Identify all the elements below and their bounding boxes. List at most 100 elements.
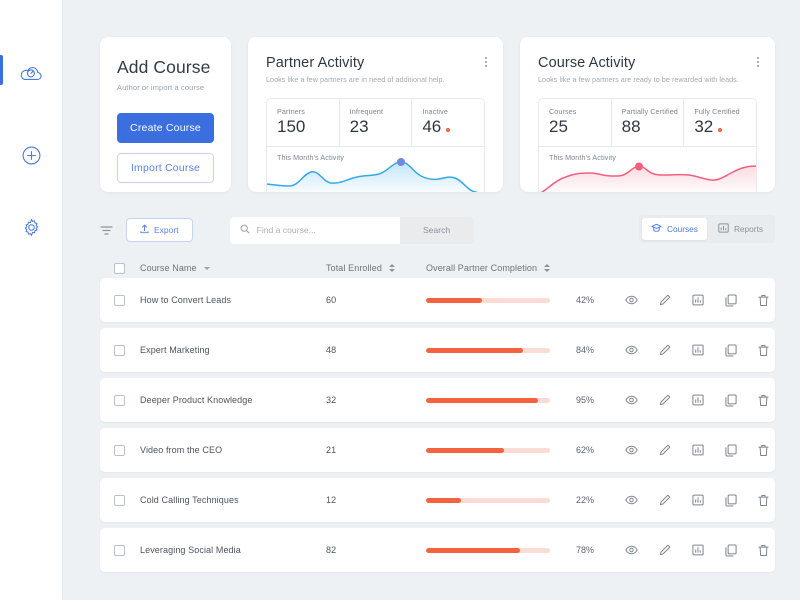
delete-icon[interactable]	[758, 394, 769, 407]
duplicate-icon[interactable]	[725, 493, 737, 507]
duplicate-icon[interactable]	[725, 443, 737, 457]
row-checkbox[interactable]	[114, 544, 125, 556]
stat-number: 32	[694, 117, 714, 136]
stat-partners: Partners 150	[267, 99, 340, 146]
edit-icon[interactable]	[659, 494, 671, 506]
stat-value: 46	[422, 117, 484, 137]
row-select-cell	[114, 344, 140, 356]
sidebar-item-add[interactable]	[0, 129, 63, 181]
view-icon[interactable]	[625, 295, 638, 305]
header-label: Overall Partner Completion	[426, 263, 538, 273]
edit-icon[interactable]	[659, 294, 671, 306]
duplicate-icon[interactable]	[725, 393, 737, 407]
stat-infrequent: Infrequent 23	[340, 99, 413, 146]
cell-course-name: How to Convert Leads	[140, 295, 232, 305]
table-row[interactable]: How to Convert Leads 60 42%	[100, 278, 775, 322]
course-activity-card: Course Activity Looks like a few partner…	[520, 37, 775, 192]
header-total-enrolled[interactable]: Total Enrolled	[326, 263, 426, 273]
duplicate-icon[interactable]	[725, 293, 737, 307]
view-toggle-group: Courses Reports	[639, 215, 775, 243]
delete-icon[interactable]	[758, 344, 769, 357]
stat-label: Partially Certified	[621, 107, 678, 116]
app-root: Add Course Author or import a course Cre…	[0, 0, 800, 600]
import-course-button[interactable]: Import Course	[117, 153, 214, 183]
tab-courses[interactable]: Courses	[642, 218, 707, 240]
search-button[interactable]: Search	[399, 216, 474, 244]
search-input[interactable]	[256, 225, 377, 235]
sparkline-marker	[635, 162, 643, 171]
header-course-name[interactable]: Course Name	[140, 263, 326, 273]
progress-percent: 62%	[576, 445, 595, 455]
row-checkbox[interactable]	[114, 394, 125, 406]
partner-activity-sparkline: This Month's Activity	[267, 146, 484, 192]
cell-completion: 95%	[426, 395, 625, 405]
cell-course-name: Leveraging Social Media	[140, 545, 241, 555]
report-icon[interactable]	[692, 444, 704, 456]
table-row[interactable]: Video from the CEO 21 62%	[100, 428, 775, 472]
cell-course-name: Deeper Product Knowledge	[140, 395, 253, 405]
view-icon[interactable]	[625, 345, 638, 355]
cell-actions	[625, 293, 775, 307]
report-icon[interactable]	[692, 394, 704, 406]
stat-fully-certified: Fully Certified 32	[684, 99, 756, 146]
gear-icon	[22, 218, 41, 237]
progress-percent: 84%	[576, 345, 595, 355]
delete-icon[interactable]	[758, 494, 769, 507]
row-checkbox[interactable]	[114, 294, 125, 306]
row-select-cell	[114, 394, 140, 406]
view-icon[interactable]	[625, 495, 638, 505]
sidebar	[0, 0, 63, 600]
search-field[interactable]	[229, 216, 400, 244]
edit-icon[interactable]	[659, 444, 671, 456]
view-icon[interactable]	[625, 445, 638, 455]
sidebar-item-settings[interactable]	[0, 201, 63, 253]
cell-total-enrolled: 48	[326, 345, 337, 355]
cell-actions	[625, 393, 775, 407]
select-all-checkbox[interactable]	[114, 262, 125, 274]
main-content: Add Course Author or import a course Cre…	[63, 0, 800, 600]
report-icon[interactable]	[692, 294, 704, 306]
tab-courses-label: Courses	[667, 224, 698, 234]
duplicate-icon[interactable]	[725, 543, 737, 557]
report-icon[interactable]	[692, 494, 704, 506]
sparkline-label: This Month's Activity	[549, 153, 616, 162]
filter-icon[interactable]	[100, 225, 113, 236]
stat-label: Courses	[549, 107, 577, 116]
delete-icon[interactable]	[758, 444, 769, 457]
kebab-menu-icon[interactable]	[757, 57, 759, 67]
view-icon[interactable]	[625, 545, 638, 555]
edit-icon[interactable]	[659, 394, 671, 406]
row-checkbox[interactable]	[114, 444, 125, 456]
search-group: Search	[229, 216, 474, 244]
view-icon[interactable]	[625, 395, 638, 405]
kebab-menu-icon[interactable]	[485, 57, 487, 67]
search-icon	[240, 221, 250, 239]
add-course-subtitle: Author or import a course	[117, 83, 205, 92]
delete-icon[interactable]	[758, 544, 769, 557]
stat-number: 23	[349, 117, 369, 136]
report-icon[interactable]	[692, 544, 704, 556]
stat-partially-certified: Partially Certified 88	[612, 99, 685, 146]
sidebar-item-dashboard[interactable]	[0, 47, 63, 99]
delete-icon[interactable]	[758, 294, 769, 307]
table-row[interactable]: Deeper Product Knowledge 32 95%	[100, 378, 775, 422]
progress-percent: 22%	[576, 495, 595, 505]
tab-reports[interactable]: Reports	[709, 218, 772, 240]
table-row[interactable]: Leveraging Social Media 82 78%	[100, 528, 775, 572]
progress-percent: 95%	[576, 395, 595, 405]
edit-icon[interactable]	[659, 544, 671, 556]
edit-icon[interactable]	[659, 344, 671, 356]
row-checkbox[interactable]	[114, 494, 125, 506]
create-course-button[interactable]: Create Course	[117, 113, 214, 143]
row-checkbox[interactable]	[114, 344, 125, 356]
course-activity-sparkline: This Month's Activity	[539, 146, 756, 192]
cell-completion: 62%	[426, 445, 625, 455]
courses-table: Course Name Total Enrolled Overall Partn…	[63, 258, 800, 572]
export-button[interactable]: Export	[126, 218, 193, 242]
table-row[interactable]: Cold Calling Techniques 12 22%	[100, 478, 775, 522]
table-row[interactable]: Expert Marketing 48 84%	[100, 328, 775, 372]
report-icon[interactable]	[692, 344, 704, 356]
header-overall-completion[interactable]: Overall Partner Completion	[426, 263, 625, 273]
duplicate-icon[interactable]	[725, 343, 737, 357]
cell-completion: 22%	[426, 495, 625, 505]
